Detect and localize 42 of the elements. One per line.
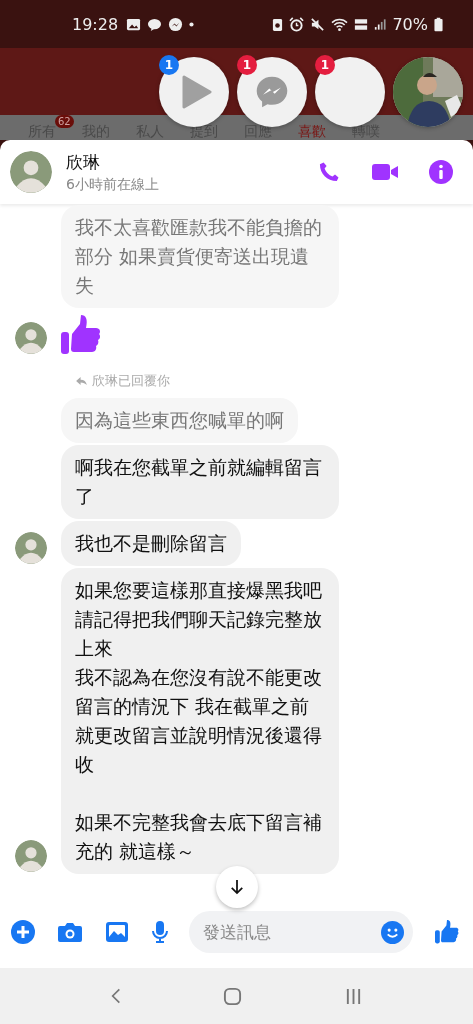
battery-percent: 70% <box>392 14 428 34</box>
scroll-down-button[interactable] <box>216 866 258 908</box>
message-input[interactable]: 發送訊息 <box>189 911 413 953</box>
message-bubble: 我不太喜歡匯款我不能負擔的部分 如果賣貨便寄送出現遺失 <box>61 205 339 308</box>
message-text: 如果不完整我會去底下留言補充的 就這樣～ <box>75 810 323 864</box>
contact-avatar[interactable] <box>10 151 52 193</box>
thumbs-up-icon[interactable] <box>435 919 459 945</box>
emoji-icon[interactable] <box>381 921 404 944</box>
status-time: 19:28 <box>72 14 119 34</box>
thumbs-up-icon <box>61 314 101 356</box>
message-bubble: 我也不是刪除留言 <box>61 521 241 566</box>
messenger-icon <box>168 16 184 32</box>
dot-icon <box>189 21 195 27</box>
last-seen-status: 6小時前在線上 <box>66 175 160 194</box>
message-bubble: 因為這些東西您喊單的啊 <box>61 398 298 443</box>
phone-icon[interactable] <box>317 160 341 184</box>
messenger-icon <box>254 74 290 110</box>
video-call-icon[interactable] <box>371 162 399 182</box>
back-icon[interactable] <box>111 987 122 1005</box>
count-badge: 62 <box>55 115 74 128</box>
gallery-icon <box>126 16 142 32</box>
battery-icon <box>434 16 443 32</box>
microphone-icon[interactable] <box>151 920 169 944</box>
home-icon[interactable] <box>223 986 243 1006</box>
signal-icon <box>374 17 387 31</box>
message-text: 如果您要這樣那直接爆黑我吧請記得把我們聊天記錄完整放上來 <box>75 578 323 661</box>
camera-icon[interactable] <box>57 921 83 943</box>
image-icon[interactable] <box>105 921 129 943</box>
message-bubble: 啊我在您截單之前就編輯留言了 <box>61 445 339 519</box>
reply-notice: 欣琳已回覆你 <box>92 372 170 390</box>
message-text: 我不認為在您沒有說不能更改留言的情況下 我在截單之前就更改留言並說明情況後還得收 <box>75 665 323 777</box>
reply-icon <box>76 376 87 386</box>
info-icon[interactable] <box>429 160 453 184</box>
chat-bubble-icon <box>147 16 163 32</box>
contact-name: 欣琳 <box>66 150 101 174</box>
play-icon <box>182 75 212 109</box>
wifi-icon <box>331 16 349 32</box>
recent-apps-icon[interactable] <box>344 987 362 1005</box>
alarm-icon <box>289 16 305 32</box>
mute-icon <box>310 16 326 32</box>
plus-icon[interactable] <box>11 920 35 944</box>
arrow-down-icon <box>230 879 244 895</box>
